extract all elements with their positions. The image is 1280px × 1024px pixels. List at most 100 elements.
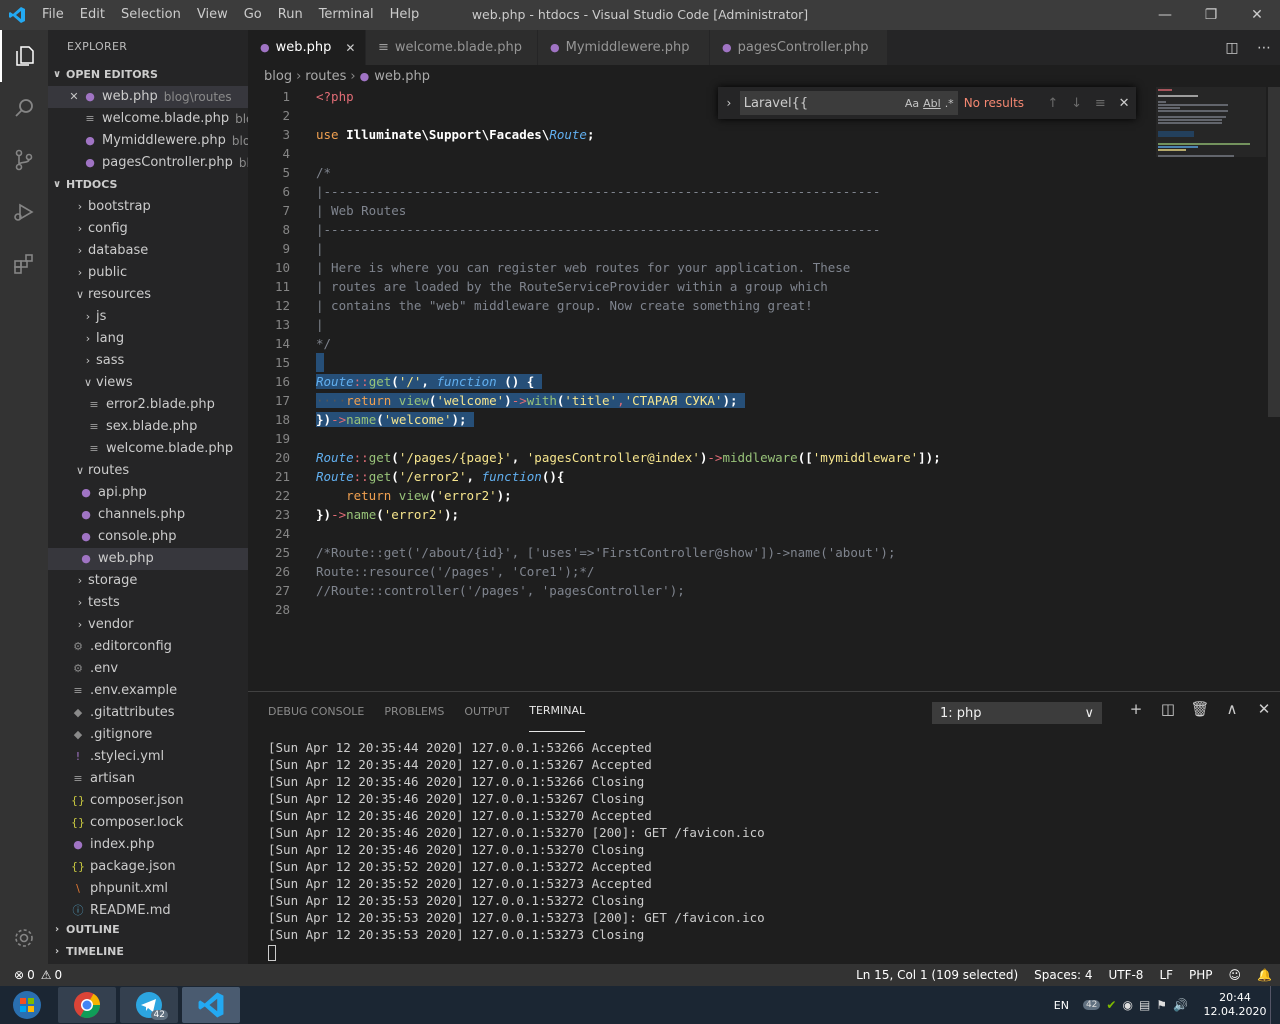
tab-web-php[interactable]: ● web.php ✕ bbox=[248, 30, 366, 65]
regex-toggle[interactable]: .* bbox=[945, 97, 954, 110]
menu-help[interactable]: Help bbox=[382, 0, 428, 30]
tree-file[interactable]: ≡ .env.example bbox=[48, 680, 248, 702]
tree-folder[interactable]: ∨ routes bbox=[48, 460, 248, 482]
close-icon[interactable]: ✕ bbox=[345, 41, 355, 55]
encoding[interactable]: UTF-8 bbox=[1100, 968, 1151, 982]
volume-icon[interactable]: 🔊 bbox=[1173, 998, 1188, 1012]
tree-folder[interactable]: › storage bbox=[48, 570, 248, 592]
extensions-icon[interactable] bbox=[0, 238, 48, 290]
windows-start-icon[interactable] bbox=[0, 986, 54, 1024]
tree-folder[interactable]: ∨ views bbox=[48, 372, 248, 394]
telegram-icon[interactable]: 42 bbox=[120, 987, 178, 1023]
tree-file[interactable]: ≡ artisan bbox=[48, 768, 248, 790]
close-icon[interactable]: ✕ bbox=[1248, 700, 1280, 718]
breadcrumb-item[interactable]: web.php bbox=[374, 69, 430, 84]
steam-icon[interactable]: ◉ bbox=[1122, 998, 1132, 1012]
tree-file[interactable]: ⚙ .editorconfig bbox=[48, 636, 248, 658]
breadcrumb-item[interactable]: routes bbox=[305, 69, 346, 84]
close-icon[interactable]: ✕ bbox=[66, 86, 82, 108]
tree-file[interactable]: ! .styleci.yml bbox=[48, 746, 248, 768]
tree-file[interactable]: {} composer.lock bbox=[48, 812, 248, 834]
match-case-toggle[interactable]: Aa bbox=[905, 97, 919, 110]
match-word-toggle[interactable]: Abl bbox=[923, 97, 941, 110]
tree-file[interactable]: ≡ error2.blade.php bbox=[48, 394, 248, 416]
open-editor-item[interactable]: ● Mymiddlewere.php blo... bbox=[48, 130, 248, 152]
tree-folder[interactable]: ∨ resources bbox=[48, 284, 248, 306]
menu-file[interactable]: File bbox=[34, 0, 72, 30]
tab-terminal[interactable]: TERMINAL bbox=[529, 692, 586, 732]
tree-file[interactable]: \ phpunit.xml bbox=[48, 878, 248, 900]
terminal-output[interactable]: [Sun Apr 12 20:35:44 2020] 127.0.0.1:532… bbox=[268, 739, 765, 961]
menu-edit[interactable]: Edit bbox=[72, 0, 113, 30]
cursor-position[interactable]: Ln 15, Col 1 (109 selected) bbox=[848, 968, 1026, 982]
code-editor[interactable]: 1 2 3 4 5 6 7 8 9 10 11 12 13 14 15 16 17 18 19 20 21 22 23 24 2… bbox=[248, 87, 1280, 691]
tree-folder[interactable]: › lang bbox=[48, 328, 248, 350]
split-editor-icon[interactable]: ◫ bbox=[1216, 40, 1248, 56]
problems-status[interactable]: ⊗ 0 ⚠ 0 bbox=[0, 968, 62, 982]
bell-icon[interactable]: 🔔 bbox=[1249, 968, 1280, 982]
tab-mymiddlewere[interactable]: ● Mymiddlewere.php bbox=[538, 30, 710, 65]
tree-file[interactable]: ≡ welcome.blade.php bbox=[48, 438, 248, 460]
open-editor-item[interactable]: ● pagesController.php bl... bbox=[48, 152, 248, 174]
tree-file-active[interactable]: ● web.php bbox=[48, 548, 248, 570]
tree-file[interactable]: ◆ .gitignore bbox=[48, 724, 248, 746]
tree-file[interactable]: {} composer.json bbox=[48, 790, 248, 812]
tree-file[interactable]: ● index.php bbox=[48, 834, 248, 856]
timeline-header[interactable]: › TIMELINE bbox=[48, 941, 248, 963]
htdocs-header[interactable]: ∨ HTDOCS bbox=[48, 174, 248, 196]
tree-file[interactable]: ● console.php bbox=[48, 526, 248, 548]
tree-file[interactable]: ● api.php bbox=[48, 482, 248, 504]
settings-gear-icon[interactable] bbox=[0, 912, 48, 964]
close-window-icon[interactable]: ✕ bbox=[1234, 0, 1280, 30]
split-terminal-icon[interactable]: ◫ bbox=[1152, 700, 1184, 718]
chevron-right-icon[interactable]: › bbox=[718, 96, 740, 110]
network-icon[interactable]: ▤ bbox=[1139, 998, 1150, 1012]
restore-icon[interactable]: ❐ bbox=[1188, 0, 1234, 30]
find-input[interactable]: Laravel{{ Aa Abl .* bbox=[739, 91, 958, 115]
clock[interactable]: 20:44 12.04.2020 bbox=[1200, 991, 1270, 1019]
menu-selection[interactable]: Selection bbox=[113, 0, 189, 30]
chrome-icon[interactable] bbox=[58, 987, 116, 1023]
arrow-down-icon[interactable]: ↓ bbox=[1065, 96, 1089, 111]
show-desktop-button[interactable] bbox=[1270, 986, 1280, 1024]
shield-check-icon[interactable]: ✔ bbox=[1106, 998, 1116, 1012]
tree-file[interactable]: ⚙ .env bbox=[48, 658, 248, 680]
menu-go[interactable]: Go bbox=[236, 0, 270, 30]
tree-file[interactable]: {} package.json bbox=[48, 856, 248, 878]
scrollbar-thumb[interactable] bbox=[1268, 87, 1280, 417]
menu-terminal[interactable]: Terminal bbox=[311, 0, 382, 30]
tree-folder[interactable]: › config bbox=[48, 218, 248, 240]
terminal-select[interactable]: 1: php ∨ bbox=[932, 702, 1102, 724]
tree-folder[interactable]: › vendor bbox=[48, 614, 248, 636]
indentation[interactable]: Spaces: 4 bbox=[1026, 968, 1100, 982]
tray-badge[interactable]: 42 bbox=[1082, 1000, 1101, 1010]
menu-view[interactable]: View bbox=[189, 0, 236, 30]
input-language[interactable]: EN bbox=[1054, 999, 1069, 1012]
tab-debug-console[interactable]: DEBUG CONSOLE bbox=[268, 692, 364, 732]
close-icon[interactable]: ✕ bbox=[1112, 96, 1136, 111]
run-debug-icon[interactable] bbox=[0, 186, 48, 238]
end-of-line[interactable]: LF bbox=[1151, 968, 1181, 982]
explorer-icon[interactable] bbox=[0, 30, 48, 82]
breadcrumb-item[interactable]: blog bbox=[264, 69, 292, 84]
tree-folder[interactable]: › sass bbox=[48, 350, 248, 372]
chevron-up-icon[interactable]: ∧ bbox=[1216, 700, 1248, 718]
flag-icon[interactable]: ⚑ bbox=[1156, 998, 1167, 1012]
feedback-icon[interactable]: ☺ bbox=[1221, 968, 1250, 982]
outline-header[interactable]: › OUTLINE bbox=[48, 919, 248, 941]
more-actions-icon[interactable]: ⋯ bbox=[1248, 40, 1280, 56]
menu-run[interactable]: Run bbox=[270, 0, 311, 30]
tab-welcome-blade[interactable]: ≡ welcome.blade.php bbox=[366, 30, 538, 65]
minimize-icon[interactable]: — bbox=[1142, 0, 1188, 30]
tree-file[interactable]: ● channels.php bbox=[48, 504, 248, 526]
source-control-icon[interactable] bbox=[0, 134, 48, 186]
tab-problems[interactable]: PROBLEMS bbox=[384, 692, 444, 732]
find-in-selection-icon[interactable]: ≡ bbox=[1088, 96, 1112, 111]
tree-folder[interactable]: › database bbox=[48, 240, 248, 262]
editor-scrollbar[interactable] bbox=[1268, 87, 1280, 691]
new-terminal-icon[interactable]: + bbox=[1120, 700, 1152, 718]
open-editors-header[interactable]: ∨ OPEN EDITORS bbox=[48, 64, 248, 86]
tree-folder[interactable]: › tests bbox=[48, 592, 248, 614]
open-editor-item[interactable]: ≡ welcome.blade.php blo... bbox=[48, 108, 248, 130]
open-editor-item[interactable]: ✕ ● web.php blog\routes bbox=[48, 86, 248, 108]
